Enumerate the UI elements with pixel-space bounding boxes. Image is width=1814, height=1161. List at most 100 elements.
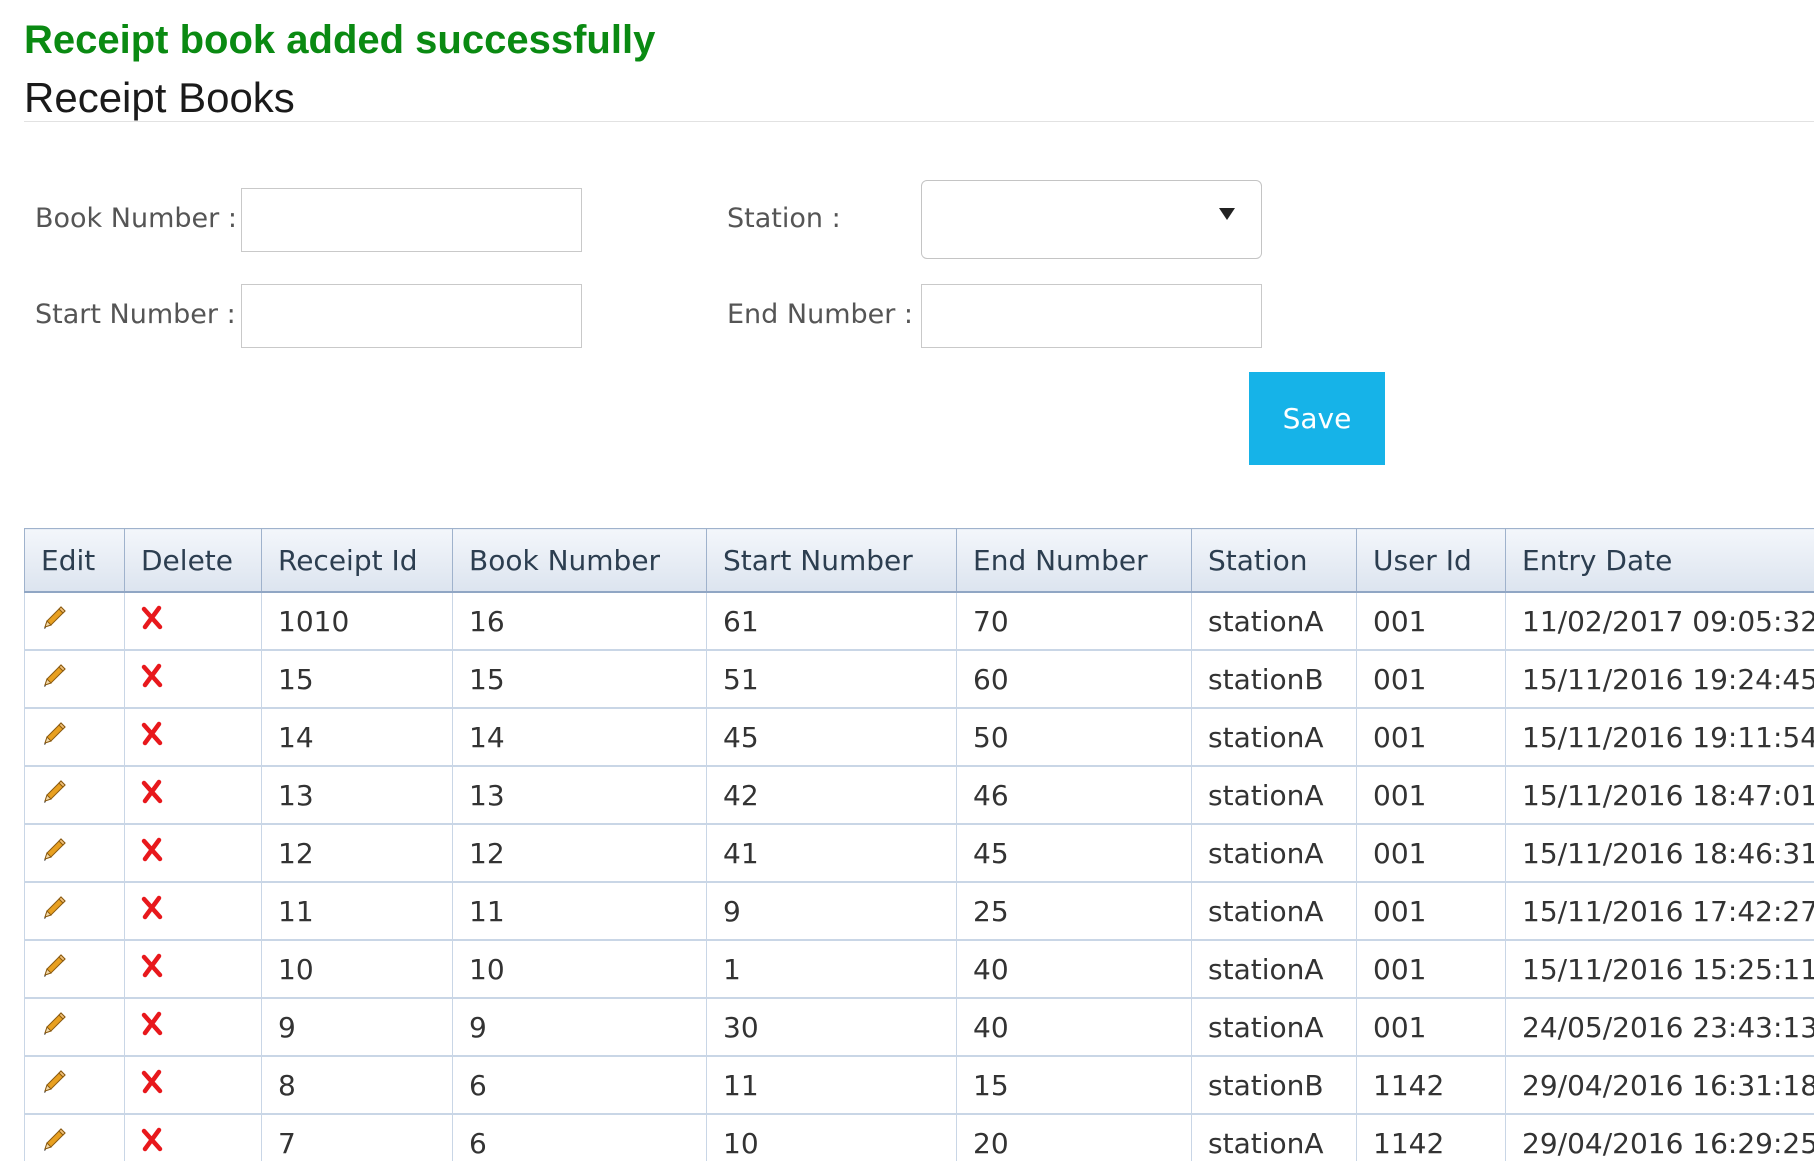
delete-cell <box>124 1113 262 1161</box>
column-header-station[interactable]: Station <box>1191 528 1357 593</box>
book-number-input[interactable] <box>241 188 582 252</box>
book-number-cell: 12 <box>452 823 707 883</box>
delete-cell <box>124 881 262 941</box>
station-cell: stationA <box>1191 823 1357 883</box>
end-number-input[interactable] <box>921 284 1262 348</box>
end-number-label: End Number : <box>727 299 914 330</box>
caret-down-icon <box>1219 208 1235 220</box>
title-divider <box>24 121 1814 122</box>
start-number-cell: 1 <box>706 939 957 999</box>
table-body: 1010 16 61 70 stationA 001 11/02/2017 09:05:32… <box>24 591 1814 1161</box>
user-id-cell: 001 <box>1356 707 1506 767</box>
column-header-entry-date[interactable]: Entry Date <box>1505 528 1814 593</box>
end-number-cell: 20 <box>956 1113 1192 1161</box>
pencil-icon[interactable] <box>39 951 69 988</box>
column-header-book-number[interactable]: Book Number <box>452 528 707 593</box>
pencil-icon[interactable] <box>39 1067 69 1104</box>
book-number-cell: 10 <box>452 939 707 999</box>
receipt-id-cell: 10 <box>261 939 453 999</box>
start-number-cell: 51 <box>706 649 957 709</box>
end-number-cell: 40 <box>956 939 1192 999</box>
page-title: Receipt Books <box>24 74 295 121</box>
start-number-cell: 30 <box>706 997 957 1057</box>
entry-date-cell: 15/11/2016 15:25:11 <box>1505 939 1814 999</box>
pencil-icon[interactable] <box>39 1009 69 1046</box>
entry-date-cell: 29/04/2016 16:29:25 <box>1505 1113 1814 1161</box>
delete-x-icon[interactable] <box>139 1127 165 1160</box>
delete-x-icon[interactable] <box>139 779 165 812</box>
column-header-edit: Edit <box>24 528 125 593</box>
station-select[interactable] <box>921 180 1262 259</box>
start-number-cell: 11 <box>706 1055 957 1115</box>
book-number-label: Book Number : <box>35 203 237 234</box>
table-row: 11 11 9 25 stationA 001 15/11/2016 17:42:27 <box>24 881 1814 941</box>
receipt-id-cell: 15 <box>261 649 453 709</box>
user-id-cell: 001 <box>1356 591 1506 651</box>
edit-cell <box>24 1113 125 1161</box>
edit-cell <box>24 707 125 767</box>
edit-cell <box>24 591 125 651</box>
station-cell: stationA <box>1191 591 1357 651</box>
delete-x-icon[interactable] <box>139 605 165 638</box>
pencil-icon[interactable] <box>39 719 69 756</box>
delete-x-icon[interactable] <box>139 895 165 928</box>
receipt-id-cell: 13 <box>261 765 453 825</box>
edit-cell <box>24 765 125 825</box>
column-header-end-number[interactable]: End Number <box>956 528 1192 593</box>
receipt-books-table: Edit Delete Receipt Id Book Number Start… <box>24 528 1814 1161</box>
receipt-id-cell: 8 <box>261 1055 453 1115</box>
pencil-icon[interactable] <box>39 1125 69 1161</box>
success-message: Receipt book added successfully <box>24 18 656 62</box>
pencil-icon[interactable] <box>39 893 69 930</box>
delete-x-icon[interactable] <box>139 953 165 986</box>
edit-cell <box>24 823 125 883</box>
table-row: 7 6 10 20 stationA 1142 29/04/2016 16:29:25 <box>24 1113 1814 1161</box>
receipt-id-cell: 7 <box>261 1113 453 1161</box>
delete-x-icon[interactable] <box>139 1069 165 1102</box>
save-button[interactable]: Save <box>1249 372 1385 465</box>
pencil-icon[interactable] <box>39 777 69 814</box>
column-header-receipt-id[interactable]: Receipt Id <box>261 528 453 593</box>
book-number-cell: 13 <box>452 765 707 825</box>
table-row: 15 15 51 60 stationB 001 15/11/2016 19:24:45 <box>24 649 1814 709</box>
delete-x-icon[interactable] <box>139 1011 165 1044</box>
user-id-cell: 001 <box>1356 939 1506 999</box>
pencil-icon[interactable] <box>39 835 69 872</box>
pencil-icon[interactable] <box>39 603 69 640</box>
receipt-id-cell: 14 <box>261 707 453 767</box>
book-number-cell: 16 <box>452 591 707 651</box>
end-number-cell: 45 <box>956 823 1192 883</box>
delete-cell <box>124 823 262 883</box>
user-id-cell: 1142 <box>1356 1113 1506 1161</box>
delete-x-icon[interactable] <box>139 721 165 754</box>
end-number-cell: 70 <box>956 591 1192 651</box>
book-number-cell: 6 <box>452 1113 707 1161</box>
receipt-id-cell: 12 <box>261 823 453 883</box>
delete-x-icon[interactable] <box>139 837 165 870</box>
user-id-cell: 001 <box>1356 997 1506 1057</box>
delete-cell <box>124 1055 262 1115</box>
start-number-input[interactable] <box>241 284 582 348</box>
user-id-cell: 001 <box>1356 765 1506 825</box>
pencil-icon[interactable] <box>39 661 69 698</box>
table-row: 10 10 1 40 stationA 001 15/11/2016 15:25:11 <box>24 939 1814 999</box>
column-header-start-number[interactable]: Start Number <box>706 528 957 593</box>
table-row: 12 12 41 45 stationA 001 15/11/2016 18:46:31 <box>24 823 1814 883</box>
edit-cell <box>24 997 125 1057</box>
receipt-id-cell: 9 <box>261 997 453 1057</box>
start-number-cell: 42 <box>706 765 957 825</box>
station-cell: stationA <box>1191 939 1357 999</box>
start-number-cell: 10 <box>706 1113 957 1161</box>
book-number-cell: 9 <box>452 997 707 1057</box>
entry-date-cell: 15/11/2016 19:24:45 <box>1505 649 1814 709</box>
column-header-user-id[interactable]: User Id <box>1356 528 1506 593</box>
user-id-cell: 1142 <box>1356 1055 1506 1115</box>
end-number-cell: 50 <box>956 707 1192 767</box>
book-number-cell: 11 <box>452 881 707 941</box>
receipt-books-table-container: Edit Delete Receipt Id Book Number Start… <box>24 528 1814 1161</box>
entry-date-cell: 24/05/2016 23:43:13 <box>1505 997 1814 1057</box>
delete-cell <box>124 591 262 651</box>
delete-x-icon[interactable] <box>139 663 165 696</box>
edit-cell <box>24 939 125 999</box>
station-cell: stationB <box>1191 649 1357 709</box>
